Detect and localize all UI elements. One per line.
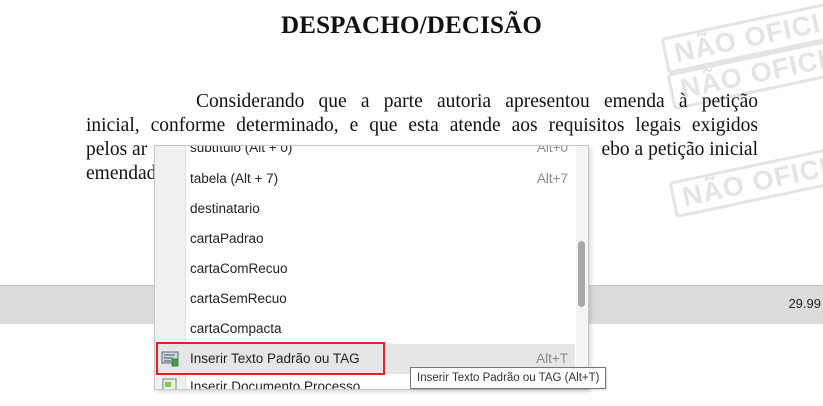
menu-item-shortcut: Alt+T [536,351,568,366]
insert-text-icon [161,350,179,367]
menu-item-label: subtítulo (Alt + 0) [190,145,293,155]
tooltip: Inserir Texto Padrão ou TAG (Alt+T) [410,367,607,389]
menu-item-label: cartaPadrao [190,231,264,246]
menu-item-carta-padrao[interactable]: cartaPadrao [155,224,575,254]
insert-document-icon [161,378,179,389]
menu-item-destinatario[interactable]: destinatario [155,194,575,224]
menu-item-label: Inserir Documento Processo [190,379,361,389]
menu-item-carta-compacta[interactable]: cartaCompacta [155,314,575,344]
menu-item-label: cartaComRecuo [190,261,288,276]
body-line: Considerando que a parte autoria apresen… [196,91,758,112]
menu-item-label: destinatario [190,201,260,216]
body-line: emendad [86,163,157,184]
menu-scrollbar[interactable] [576,146,588,389]
zoom-level: 29.99 [788,296,821,311]
context-menu[interactable]: subtítulo (Alt + 0) Alt+0 tabela (Alt + … [154,145,589,390]
scrollbar-thumb[interactable] [578,241,585,307]
menu-item-shortcut: Alt+7 [536,171,568,186]
body-line: ebo a petição inicial [601,139,758,160]
menu-item-carta-com-recuo[interactable]: cartaComRecuo [155,254,575,284]
body-line: pelos ar [86,139,148,160]
menu-item-label: Inserir Texto Padrão ou TAG [190,351,360,366]
menu-item-tabela[interactable]: tabela (Alt + 7) Alt+7 [155,164,575,194]
menu-item-shortcut: Alt+0 [536,145,568,155]
menu-item-label: cartaCompacta [190,321,282,336]
menu-item-label: tabela (Alt + 7) [190,171,279,186]
body-line: inicial, conforme determinado, e que est… [86,115,758,136]
menu-item-subtitulo[interactable]: subtítulo (Alt + 0) Alt+0 [155,146,575,160]
menu-item-carta-sem-recuo[interactable]: cartaSemRecuo [155,284,575,314]
menu-item-label: cartaSemRecuo [190,291,287,306]
